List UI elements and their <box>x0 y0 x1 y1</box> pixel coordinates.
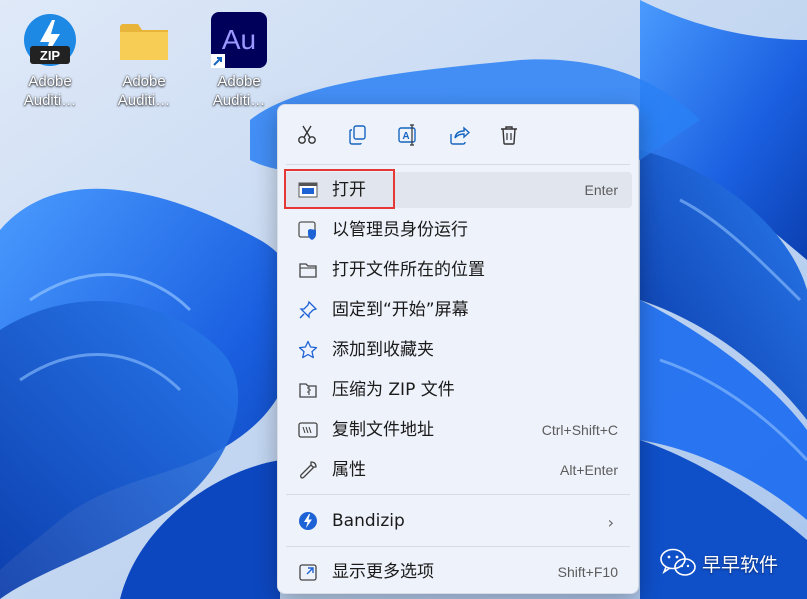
copy-icon <box>349 125 366 145</box>
svg-text:Au: Au <box>222 24 256 55</box>
menu-item-label: 属性 <box>332 460 366 480</box>
copy-path-icon <box>298 420 318 440</box>
delete-icon <box>501 126 517 145</box>
menu-item-label: 复制文件地址 <box>332 420 434 440</box>
menu-item-open-file-location[interactable]: 打开文件所在的位置 <box>284 252 632 288</box>
menu-item-label: 显示更多选项 <box>332 562 434 582</box>
cut-button[interactable] <box>294 122 320 148</box>
share-button[interactable] <box>446 122 472 148</box>
cut-icon <box>298 125 316 144</box>
adobe-audition-icon: Au <box>211 12 267 68</box>
menu-item-label: 添加到收藏夹 <box>332 340 434 360</box>
menu-item-label: 压缩为 ZIP 文件 <box>332 380 455 400</box>
menu-item-shortcut: Enter <box>584 182 618 198</box>
rename-button[interactable]: A <box>395 122 421 148</box>
run-as-admin-icon <box>298 220 318 240</box>
star-icon <box>298 340 318 360</box>
menu-item-label: 打开文件所在的位置 <box>332 260 485 280</box>
menu-item-label: Bandizip <box>332 511 405 531</box>
zip-folder-icon <box>298 380 318 400</box>
menu-separator <box>286 494 630 495</box>
folder-icon <box>298 260 318 280</box>
bandizip-zip-icon: ZIP <box>22 12 78 68</box>
menu-item-label: 固定到“开始”屏幕 <box>332 300 469 320</box>
menu-item-open[interactable]: 打开 Enter <box>284 172 632 208</box>
folder-icon <box>116 12 172 68</box>
bandizip-icon <box>298 511 318 531</box>
chevron-right-icon: › <box>607 513 614 532</box>
desktop-icon-audition-shortcut[interactable]: Au Adobe Auditi… <box>199 12 279 110</box>
menu-item-show-more-options[interactable]: 显示更多选项 Shift+F10 <box>284 554 632 590</box>
menu-item-shortcut: Alt+Enter <box>560 462 618 478</box>
desktop-icon-folder[interactable]: Adobe Auditi… <box>104 12 184 110</box>
desktop-icon-label: Adobe Auditi… <box>212 73 266 109</box>
menu-item-label: 打开 <box>332 180 366 200</box>
svg-text:ZIP: ZIP <box>40 48 61 63</box>
desktop-icon-label: Adobe Auditi… <box>117 73 171 109</box>
copy-button[interactable] <box>345 122 371 148</box>
context-menu: A 打开 Enter 以管理员身份运行 打开文件所在的位置 固定到“开始”屏幕 … <box>277 104 639 594</box>
delete-button[interactable] <box>496 122 522 148</box>
watermark: 早早软件 <box>660 548 778 580</box>
desktop-icon-zip-file[interactable]: ZIP Adobe Auditi… <box>10 12 90 110</box>
rename-icon: A <box>398 124 416 146</box>
menu-item-label: 以管理员身份运行 <box>332 220 468 240</box>
menu-separator <box>286 164 630 165</box>
open-icon <box>298 180 318 200</box>
menu-item-properties[interactable]: 属性 Alt+Enter <box>284 452 632 488</box>
menu-item-run-as-admin[interactable]: 以管理员身份运行 <box>284 212 632 248</box>
menu-item-copy-path[interactable]: 复制文件地址 Ctrl+Shift+C <box>284 412 632 448</box>
menu-item-compress-zip[interactable]: 压缩为 ZIP 文件 <box>284 372 632 408</box>
wechat-icon <box>660 548 696 576</box>
menu-item-bandizip[interactable]: Bandizip › <box>284 503 632 539</box>
svg-text:A: A <box>402 131 409 142</box>
pin-icon <box>298 300 318 320</box>
menu-separator <box>286 546 630 547</box>
wrench-icon <box>298 460 318 480</box>
share-icon <box>450 126 470 145</box>
watermark-text: 早早软件 <box>702 554 779 576</box>
context-menu-toolbar: A <box>278 105 638 165</box>
menu-item-shortcut: Ctrl+Shift+C <box>541 422 618 438</box>
more-options-icon <box>298 562 318 582</box>
menu-item-add-to-favorites[interactable]: 添加到收藏夹 <box>284 332 632 368</box>
desktop-icon-label: Adobe Auditi… <box>23 73 77 109</box>
menu-item-shortcut: Shift+F10 <box>557 564 618 580</box>
menu-item-pin-to-start[interactable]: 固定到“开始”屏幕 <box>284 292 632 328</box>
